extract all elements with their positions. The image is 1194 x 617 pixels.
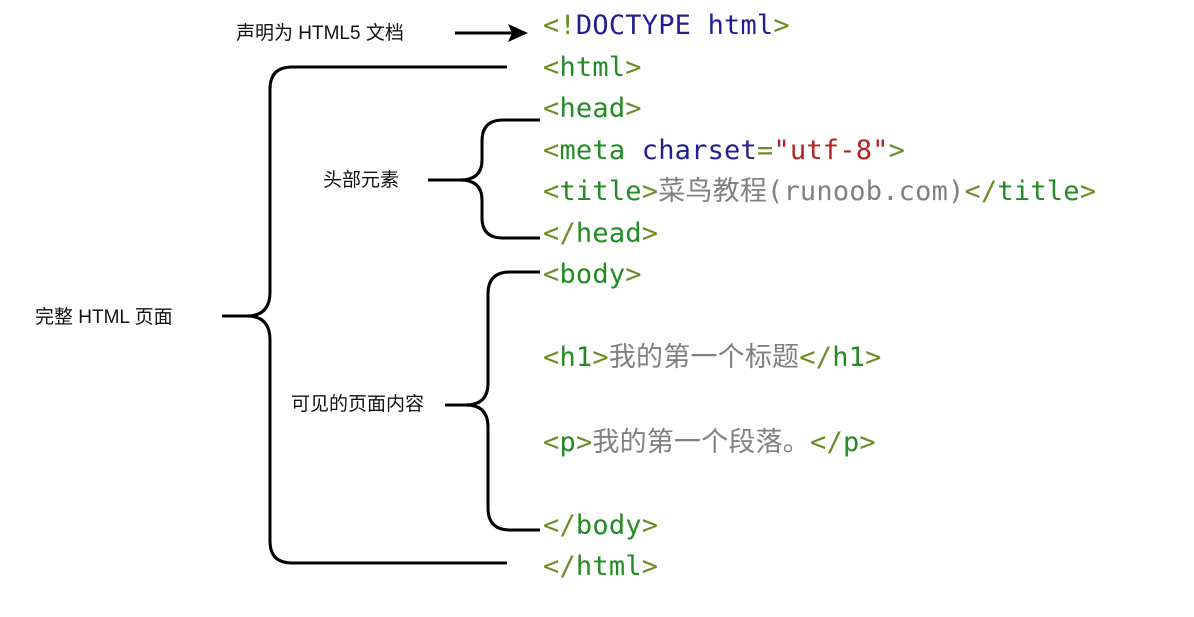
code-token-tag: html [559,52,626,83]
code-token-tag: title [997,176,1080,207]
code-token-bracket: > [888,135,906,166]
code-token-bracket: </ [964,176,998,207]
code-line-meta: <meta charset="utf-8"> [543,135,905,167]
body-brace [445,270,540,532]
code-token-bracket: > [575,427,593,458]
code-token-text: 我的第一个标题 [608,342,800,373]
code-token-bracket: > [641,218,659,249]
code-token-bracket: < [543,176,560,207]
code-line-head-close: </head> [543,218,658,250]
code-token-bracket: </ [810,427,843,458]
code-token-bracket: > [625,259,642,290]
code-line-html-open: <html> [543,52,642,84]
code-token-bracket: </ [543,551,576,582]
code-line-h1: <h1>我的第一个标题</h1> [543,342,882,374]
code-token-tag: meta [559,135,626,166]
code-token-bracket: > [773,10,790,41]
code-token-bracket: </ [543,218,576,249]
code-token-tag: p [559,427,576,458]
code-token-bracket: > [625,93,642,124]
head-note: 头部元素 [323,170,400,191]
code-token-bracket: < [543,135,560,166]
page-note: 完整 HTML 页面 [35,307,173,328]
code-token-equals: = [756,135,774,166]
code-token-bracket: <! [543,10,576,41]
code-token-bracket: > [865,342,882,373]
code-token-tag: h1 [559,342,593,373]
code-token-bracket: </ [799,342,833,373]
code-token-bracket: < [543,259,560,290]
code-line-p: <p>我的第一个段落。</p> [543,427,876,459]
code-token-bracket: < [543,427,560,458]
code-line-body-open: <body> [543,259,642,291]
code-token-bracket: > [641,510,659,541]
page-brace [222,65,507,565]
code-token-bracket: < [543,342,560,373]
code-token-bracket: </ [543,510,576,541]
code-token-bracket: < [543,93,560,124]
code-token-tag: head [559,93,626,124]
code-token-text: 我的第一个段落。 [592,427,811,458]
code-token-attribute: charset [641,135,757,166]
code-token-tag: body [559,259,626,290]
code-token-bracket: > [625,52,642,83]
code-token-string: "utf-8" [773,135,889,166]
body-note: 可见的页面内容 [291,394,425,415]
code-line-body-close: </body> [543,510,658,542]
code-token-text: 菜鸟教程(runoob.com) [658,176,965,207]
code-line-title: <title>菜鸟教程(runoob.com)</title> [543,176,1096,208]
code-token-tag: h1 [832,342,866,373]
doctype-note: 声明为 HTML5 文档 [236,23,404,44]
code-line-doctype: <!DOCTYPE html> [543,10,790,42]
code-token-doctype: DOCTYPE html [575,10,774,41]
code-token-bracket: < [543,52,560,83]
code-token-bracket: > [641,176,659,207]
head-brace [428,118,540,240]
code-token-tag: p [842,427,860,458]
code-token-tag: title [559,176,642,207]
code-line-head-open: <head> [543,93,642,125]
code-token-bracket: > [592,342,609,373]
code-token-bracket: > [641,551,659,582]
code-token-tag: html [575,551,642,582]
code-token-tag: body [575,510,642,541]
code-token-tag: head [575,218,642,249]
code-line-html-close: </html> [543,551,658,583]
code-token-bracket: > [1079,176,1097,207]
code-token-bracket: > [859,427,876,458]
